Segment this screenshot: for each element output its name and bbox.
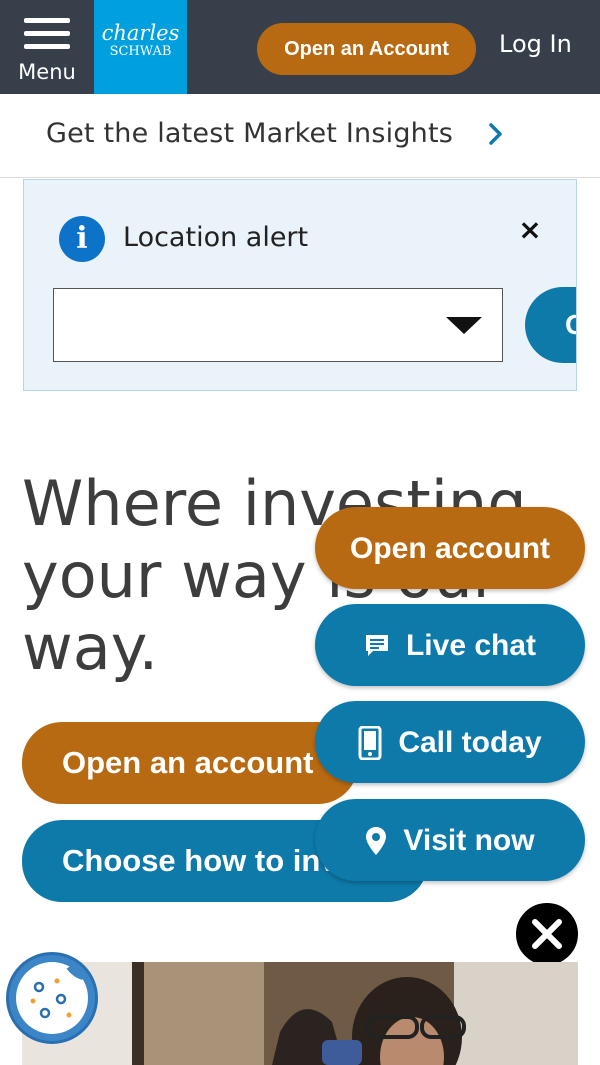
hero-photo (22, 962, 578, 1065)
menu-label: Menu (18, 60, 76, 84)
close-alert-button[interactable]: × (514, 214, 546, 246)
hamburger-icon (24, 18, 70, 50)
cookie-preferences-button[interactable] (6, 952, 98, 1044)
chevron-right-icon (489, 123, 502, 145)
market-insights-banner[interactable]: Get the latest Market Insights (0, 94, 600, 178)
fab-live-chat-button[interactable]: Live chat (315, 604, 585, 686)
logo-text-top: charles (101, 21, 180, 45)
location-alert: i Location alert × Go (23, 179, 577, 391)
info-icon: i (59, 216, 105, 262)
open-account-button[interactable]: Open an account (22, 722, 358, 804)
fab-open-account-label: Open account (349, 532, 551, 566)
login-link[interactable]: Log In (499, 30, 572, 58)
location-pin-icon (366, 827, 387, 856)
cookie-icon (16, 962, 88, 1034)
phone-icon (358, 726, 382, 761)
open-account-header-button[interactable]: Open an Account (257, 23, 476, 75)
fab-visit-now-button[interactable]: Visit now (315, 799, 585, 881)
top-header: Menu charles SCHWAB Open an Account Log … (0, 0, 600, 94)
market-insights-link[interactable]: Get the latest Market Insights (46, 118, 453, 149)
schwab-logo[interactable]: charles SCHWAB (94, 0, 187, 94)
fab-open-account-button[interactable]: Open account (315, 507, 585, 589)
go-button[interactable]: Go (525, 287, 576, 363)
page: Menu charles SCHWAB Open an Account Log … (0, 0, 600, 1065)
chat-icon (365, 635, 388, 657)
menu-button[interactable]: Menu (0, 0, 94, 94)
fab-call-today-label: Call today (398, 726, 542, 760)
fab-visit-now-label: Visit now (403, 824, 535, 858)
alert-title: Location alert (123, 222, 309, 253)
close-icon (532, 919, 562, 949)
logo-text-bottom: SCHWAB (109, 44, 172, 59)
woman-photo-image (22, 962, 578, 1065)
fab-call-today-button[interactable]: Call today (315, 701, 585, 783)
close-floating-menu-button[interactable] (513, 900, 581, 968)
location-select[interactable] (53, 288, 503, 362)
dropdown-arrow-icon (446, 317, 482, 334)
fab-live-chat-label: Live chat (405, 629, 537, 663)
